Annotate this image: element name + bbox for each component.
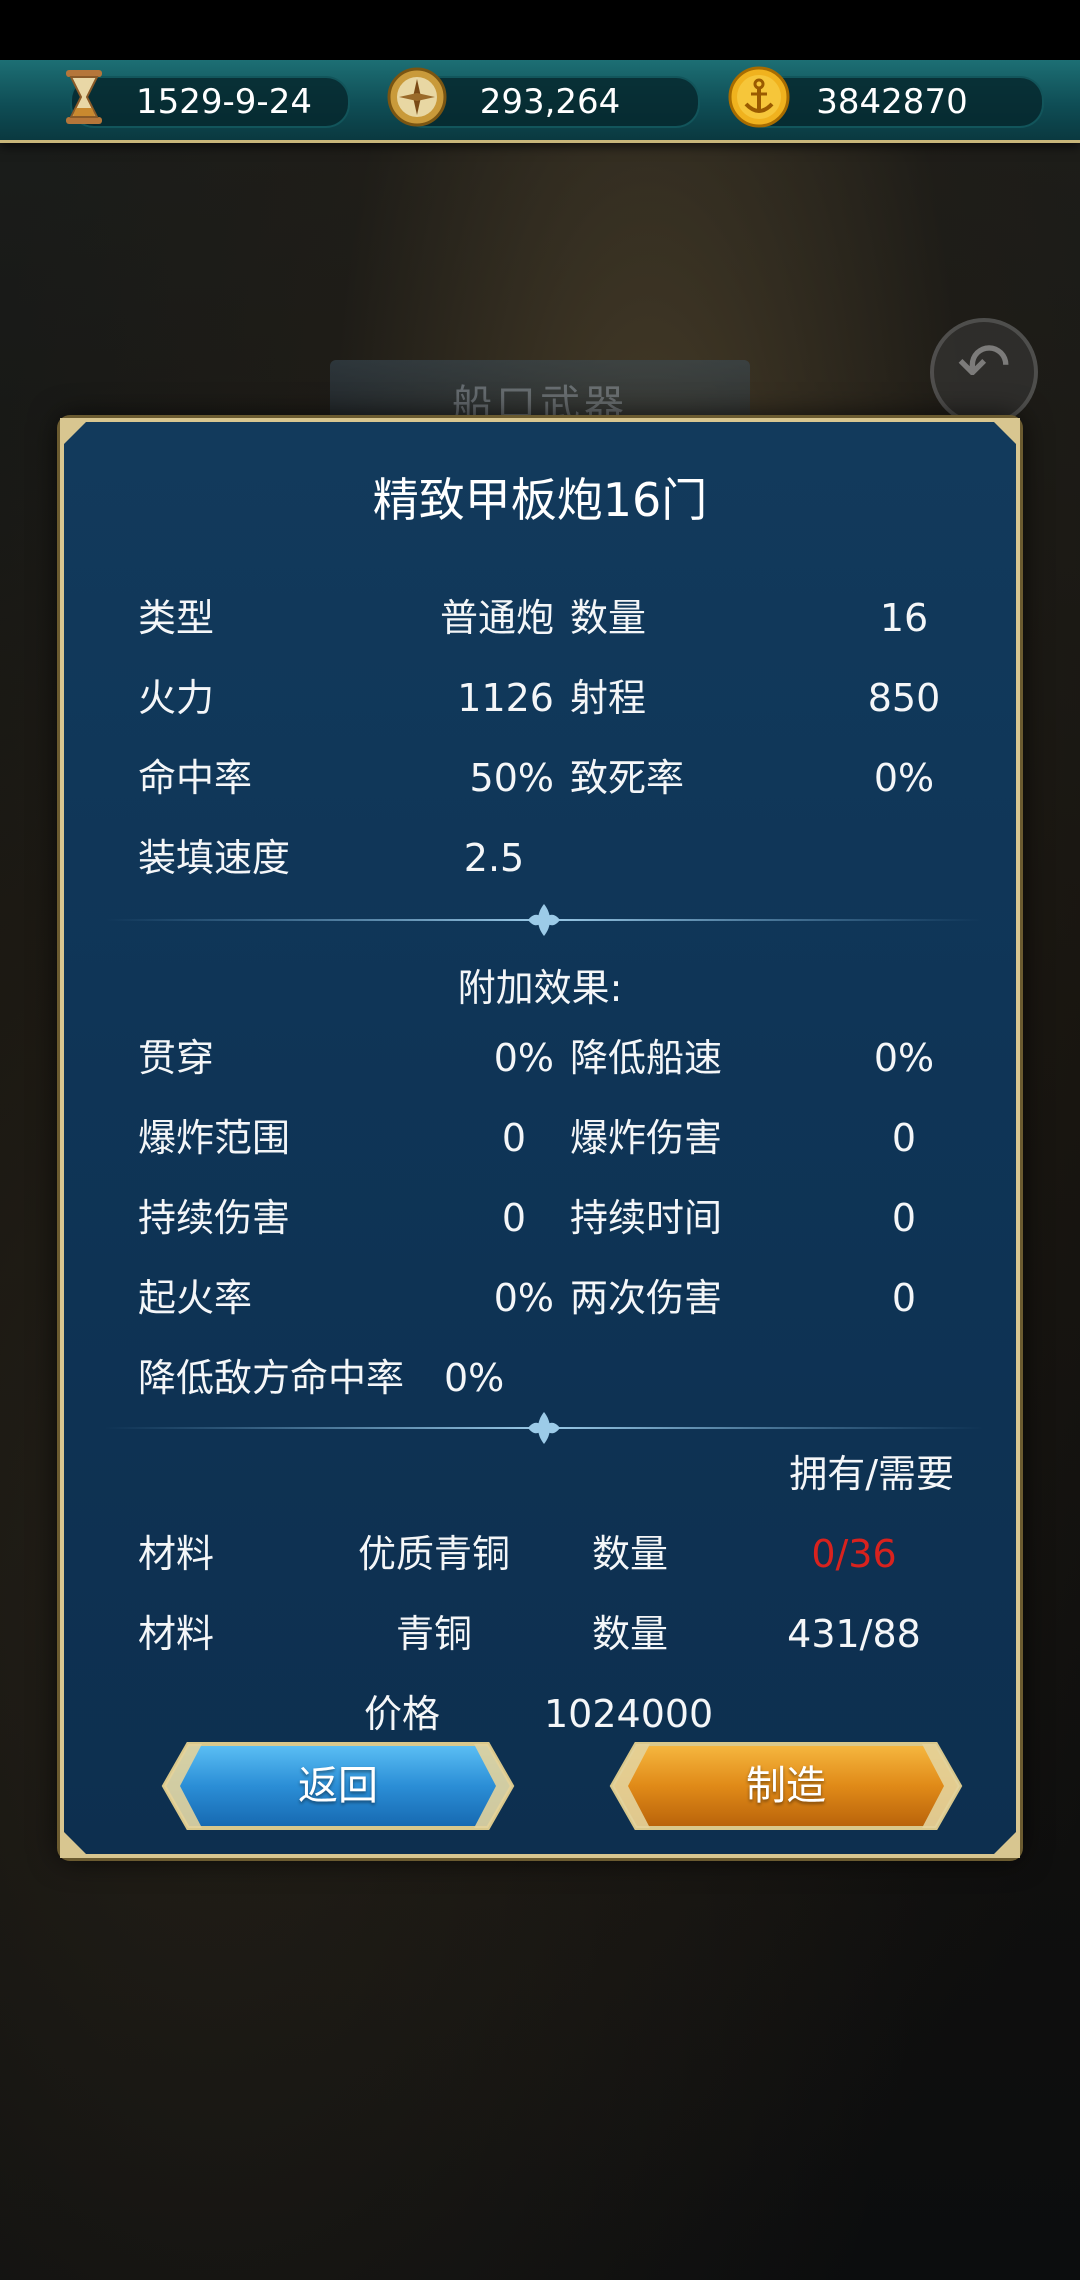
- effect-label: 贯穿: [138, 1036, 215, 1080]
- effect-value: 0: [891, 1276, 917, 1320]
- stat-value: 850: [867, 676, 941, 720]
- ornamental-divider: [104, 904, 984, 936]
- material-qty-label: 数量: [592, 1612, 669, 1656]
- price-label: 价格: [364, 1692, 441, 1736]
- stat-value: 50%: [469, 756, 554, 800]
- stat-label: 数量: [570, 596, 647, 640]
- hourglass-icon: [66, 70, 102, 124]
- stat-value: 2.5: [463, 836, 525, 880]
- effect-label: 两次伤害: [570, 1276, 723, 1320]
- stat-label: 类型: [138, 596, 215, 640]
- background-back-arrow-icon: [930, 318, 1038, 426]
- craft-button[interactable]: 制造: [606, 1738, 966, 1834]
- material-qty: 431/88: [787, 1612, 921, 1656]
- dialog-title: 精致甲板炮16门: [372, 473, 708, 527]
- material-name: 优质青铜: [357, 1532, 510, 1576]
- effect-value: 0: [501, 1116, 527, 1160]
- gold-anchor-coin-icon: [728, 66, 790, 128]
- effect-value: 0%: [493, 1036, 554, 1080]
- stat-label: 射程: [570, 676, 647, 720]
- effect-label: 持续伤害: [138, 1196, 291, 1240]
- effect-label: 爆炸伤害: [570, 1116, 723, 1160]
- stat-label: 火力: [138, 676, 215, 720]
- stat-value: 0%: [873, 756, 935, 800]
- stat-label: 致死率: [570, 756, 685, 800]
- effect-value: 0%: [493, 1276, 554, 1320]
- corner-ornament-icon: [990, 418, 1020, 448]
- material-name: 青铜: [395, 1612, 472, 1656]
- stat-value: 1126: [457, 676, 554, 720]
- price-value: 1024000: [544, 1692, 714, 1736]
- effects-header: 附加效果:: [457, 966, 623, 1010]
- stat-label: 装填速度: [138, 836, 291, 880]
- corner-ornament-icon: [990, 1828, 1020, 1858]
- material-qty-label: 数量: [592, 1532, 669, 1576]
- effect-label: 持续时间: [570, 1196, 723, 1240]
- effect-value: 0%: [873, 1036, 935, 1080]
- corner-ornament-icon: [60, 1828, 90, 1858]
- ornamental-divider: [104, 1412, 984, 1444]
- effect-label: 爆炸范围: [138, 1116, 291, 1160]
- stat-label: 命中率: [138, 756, 253, 800]
- back-button-label: 返回: [298, 1763, 378, 1809]
- stat-value: 普通炮: [439, 596, 554, 640]
- corner-ornament-icon: [60, 418, 90, 448]
- item-detail-dialog: 精致甲板炮16门 类型 普通炮 数量 16 火力 1126 射程 850 命中率…: [60, 418, 1020, 1858]
- material-qty-insufficient: 0/36: [811, 1532, 897, 1576]
- have-need-header: 拥有/需要: [789, 1452, 954, 1496]
- craft-button-label: 制造: [746, 1763, 826, 1809]
- effect-label: 起火率: [138, 1276, 253, 1320]
- stat-value: 16: [879, 596, 929, 640]
- back-button[interactable]: 返回: [158, 1738, 518, 1834]
- material-label: 材料: [138, 1532, 215, 1576]
- date-value: 1529-9-24: [136, 82, 312, 122]
- effect-label: 降低船速: [570, 1036, 723, 1080]
- effect-value: 0: [501, 1196, 527, 1240]
- effect-value: 0%: [444, 1356, 505, 1400]
- status-bar: [0, 0, 1080, 60]
- compass-icon: [387, 67, 447, 127]
- effect-label: 降低敌方命中率: [138, 1356, 405, 1400]
- material-label: 材料: [138, 1612, 215, 1656]
- effect-value: 0: [891, 1116, 917, 1160]
- effect-value: 0: [891, 1196, 917, 1240]
- resource-bar: 1529-9-24 293,264 3842870: [0, 60, 1080, 143]
